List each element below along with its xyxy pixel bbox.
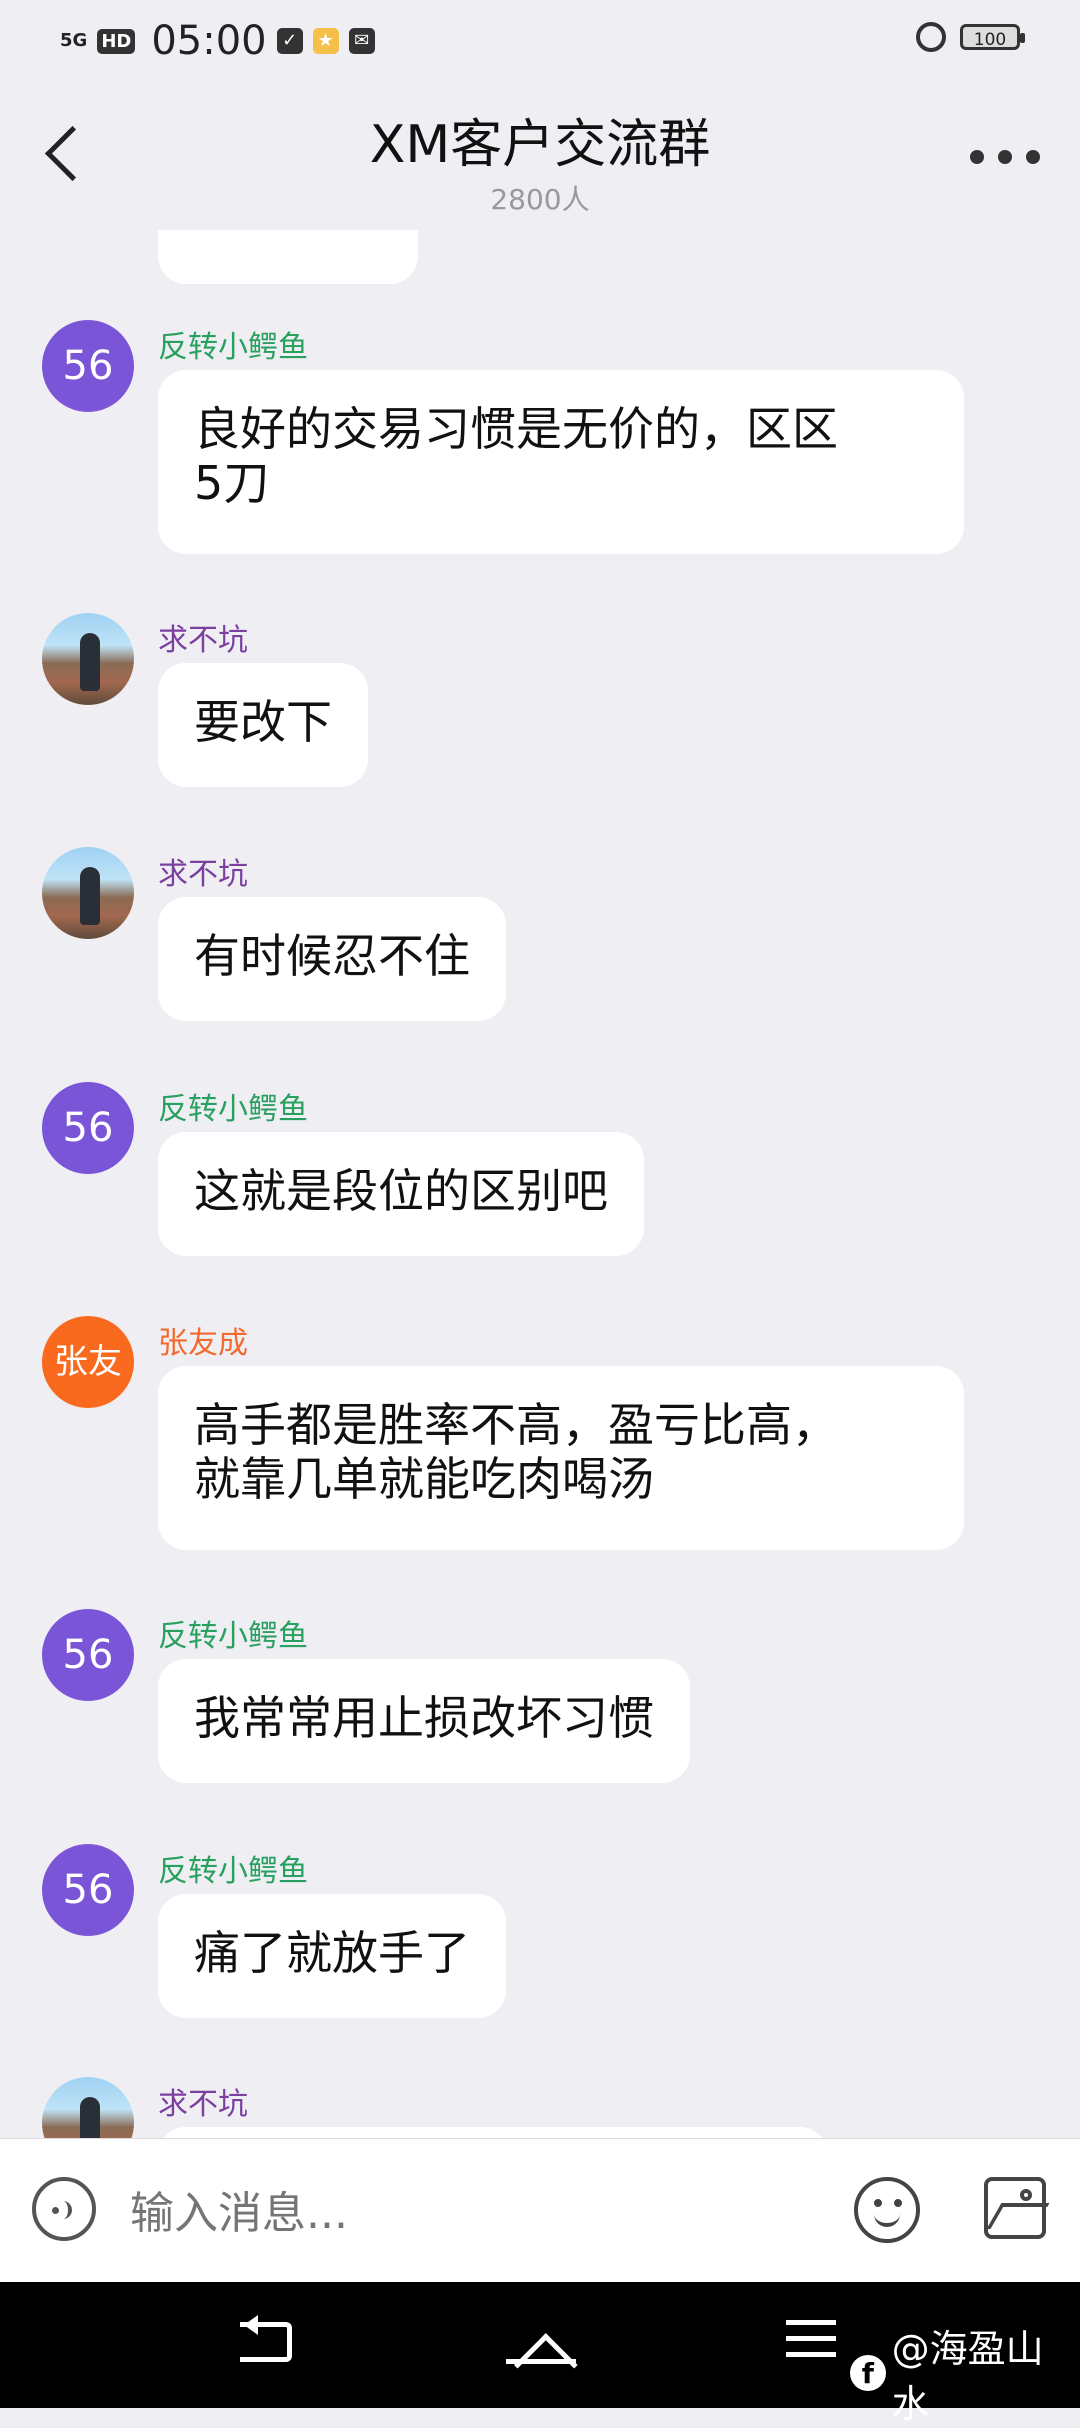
image-picker-button[interactable] xyxy=(984,2177,1050,2239)
more-dot-icon xyxy=(1026,150,1040,164)
member-count: 2800人 xyxy=(490,183,590,216)
menu-line xyxy=(786,2320,836,2325)
sender-name: 求不坑 xyxy=(158,623,248,658)
sender-name: 反转小鳄鱼 xyxy=(158,1619,308,1654)
more-dot-icon xyxy=(998,150,1012,164)
avatar[interactable] xyxy=(42,2077,134,2138)
home-base-shape xyxy=(506,2359,576,2364)
sender-name: 反转小鳄鱼 xyxy=(158,1854,308,1889)
avatar[interactable]: 56 xyxy=(42,1609,134,1701)
avatar[interactable]: 56 xyxy=(42,320,134,412)
sender-name: 反转小鳄鱼 xyxy=(158,1092,308,1127)
message-bubble[interactable]: 我常常用止损改坏习惯 xyxy=(158,1659,690,1783)
nav-back-icon[interactable] xyxy=(240,2315,292,2362)
avatar[interactable] xyxy=(42,847,134,939)
status-time: 05:00 xyxy=(151,18,267,64)
message-bubble[interactable]: 有时候忍不住 xyxy=(158,897,506,1021)
more-dot-icon xyxy=(970,150,984,164)
avatar[interactable]: 56 xyxy=(42,1082,134,1174)
sender-name: 张友成 xyxy=(158,1326,248,1361)
message-bubble[interactable] xyxy=(158,2127,828,2138)
image-sun-icon xyxy=(1020,2189,1032,2201)
emoji-eye-icon xyxy=(874,2199,882,2207)
image-mountain-icon xyxy=(986,2203,1050,2229)
system-navigation-bar: f @海盈山水 xyxy=(0,2282,1080,2426)
message-bubble-partial[interactable] xyxy=(158,230,418,284)
message-bubble[interactable]: 良好的交易习惯是无价的，区区 5刀 xyxy=(158,370,964,554)
status-bar: 5G HD 05:00 ✓ ★ ✉ 100 xyxy=(0,0,1080,80)
facebook-icon: f xyxy=(850,2355,886,2391)
voice-input-button[interactable] xyxy=(32,2177,96,2241)
menu-line xyxy=(786,2352,836,2357)
group-title: XM客户交流群 xyxy=(369,115,711,175)
avatar[interactable]: 张友 xyxy=(42,1316,134,1408)
hd-badge: HD xyxy=(97,28,136,54)
message-input[interactable] xyxy=(130,2183,830,2243)
avatar[interactable] xyxy=(42,613,134,705)
emoji-mouth-icon xyxy=(874,2209,900,2227)
alarm-icon xyxy=(916,22,946,52)
signal-indicator: 5G xyxy=(60,30,88,51)
sender-name: 求不坑 xyxy=(158,857,248,892)
battery-indicator: 100 xyxy=(960,24,1025,50)
avatar-person-shape xyxy=(80,867,100,925)
watermark-text: @海盈山水 xyxy=(891,2327,1044,2426)
avatar[interactable]: 56 xyxy=(42,1844,134,1936)
message-bubble[interactable]: 痛了就放手了 xyxy=(158,1894,506,2018)
app-notification-icon: ★ xyxy=(312,28,339,54)
avatar-person-shape xyxy=(80,633,100,691)
emoji-eye-icon xyxy=(894,2199,902,2207)
nav-menu-icon[interactable] xyxy=(786,2320,836,2360)
menu-line xyxy=(786,2336,836,2341)
shield-check-icon: ✓ xyxy=(276,28,303,54)
more-options-button[interactable] xyxy=(970,150,1040,164)
emoji-button[interactable] xyxy=(854,2177,920,2243)
chat-header: XM客户交流群 2800人 xyxy=(0,80,1080,230)
message-bubble[interactable]: 高手都是胜率不高，盈亏比高， 就靠几单就能吃肉喝汤 xyxy=(158,1366,964,1550)
message-input-bar xyxy=(0,2138,1080,2283)
message-bubble[interactable]: 这就是段位的区别吧 xyxy=(158,1132,644,1256)
avatar-person-shape xyxy=(80,2097,100,2138)
message-bubble[interactable]: 要改下 xyxy=(158,663,368,787)
sender-name: 求不坑 xyxy=(158,2087,248,2122)
status-bar-right: 100 xyxy=(916,22,1025,52)
mail-icon: ✉ xyxy=(348,28,375,54)
status-bar-left: 5G HD 05:00 ✓ ★ ✉ xyxy=(60,18,375,64)
sender-name: 反转小鳄鱼 xyxy=(158,330,308,365)
nav-home-icon[interactable] xyxy=(506,2320,578,2397)
home-roof-shape xyxy=(514,2333,578,2397)
watermark: f @海盈山水 xyxy=(850,2318,1080,2428)
chat-message-list[interactable]: 56 反转小鳄鱼 良好的交易习惯是无价的，区区 5刀 求不坑 要改下 求不坑 有… xyxy=(0,230,1080,2138)
